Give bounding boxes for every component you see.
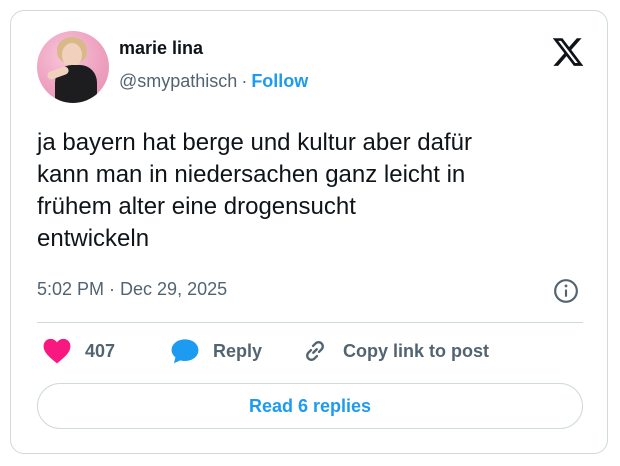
author-name[interactable]: marie lina xyxy=(119,38,203,59)
link-icon xyxy=(306,341,324,361)
read-replies-button[interactable]: Read 6 replies xyxy=(37,383,583,429)
separator-dot: · xyxy=(241,71,248,91)
reply-button[interactable]: Reply xyxy=(171,336,262,366)
info-icon[interactable] xyxy=(553,278,579,304)
tweet-text-line: frühem alter eine drogensucht xyxy=(37,193,356,220)
tweet-text-line: ja bayern hat berge und kultur aber dafü… xyxy=(37,129,472,156)
copy-link-button[interactable]: Copy link to post xyxy=(301,336,489,366)
like-count: 407 xyxy=(85,340,116,361)
heart-icon xyxy=(43,338,71,364)
tweet-timestamp[interactable]: 5:02 PM · Dec 29, 2025 xyxy=(37,279,227,300)
copy-link-label: Copy link to post xyxy=(343,340,489,361)
author-avatar[interactable] xyxy=(37,31,109,103)
author-handle[interactable]: @smypathisch xyxy=(119,71,237,91)
divider xyxy=(37,322,583,323)
author-handle-row: @smypathisch · Follow xyxy=(119,71,308,92)
reply-label: Reply xyxy=(213,340,263,361)
follow-button[interactable]: Follow xyxy=(251,71,308,91)
tweet-text-line: kann man in niedersachen ganz leicht in xyxy=(37,161,466,188)
tweet-card: marie lina @smypathisch · Follow ja bayern… xyxy=(10,10,608,454)
reply-bubble-icon xyxy=(171,339,199,364)
tweet-text-line: entwickeln xyxy=(37,225,150,252)
like-button[interactable]: 407 xyxy=(43,336,115,366)
action-bar: 407 Reply Copy link to post xyxy=(37,336,583,366)
x-logo-icon[interactable] xyxy=(551,35,585,69)
tweet-text: ja bayern hat berge und kultur aber dafü… xyxy=(37,127,597,255)
